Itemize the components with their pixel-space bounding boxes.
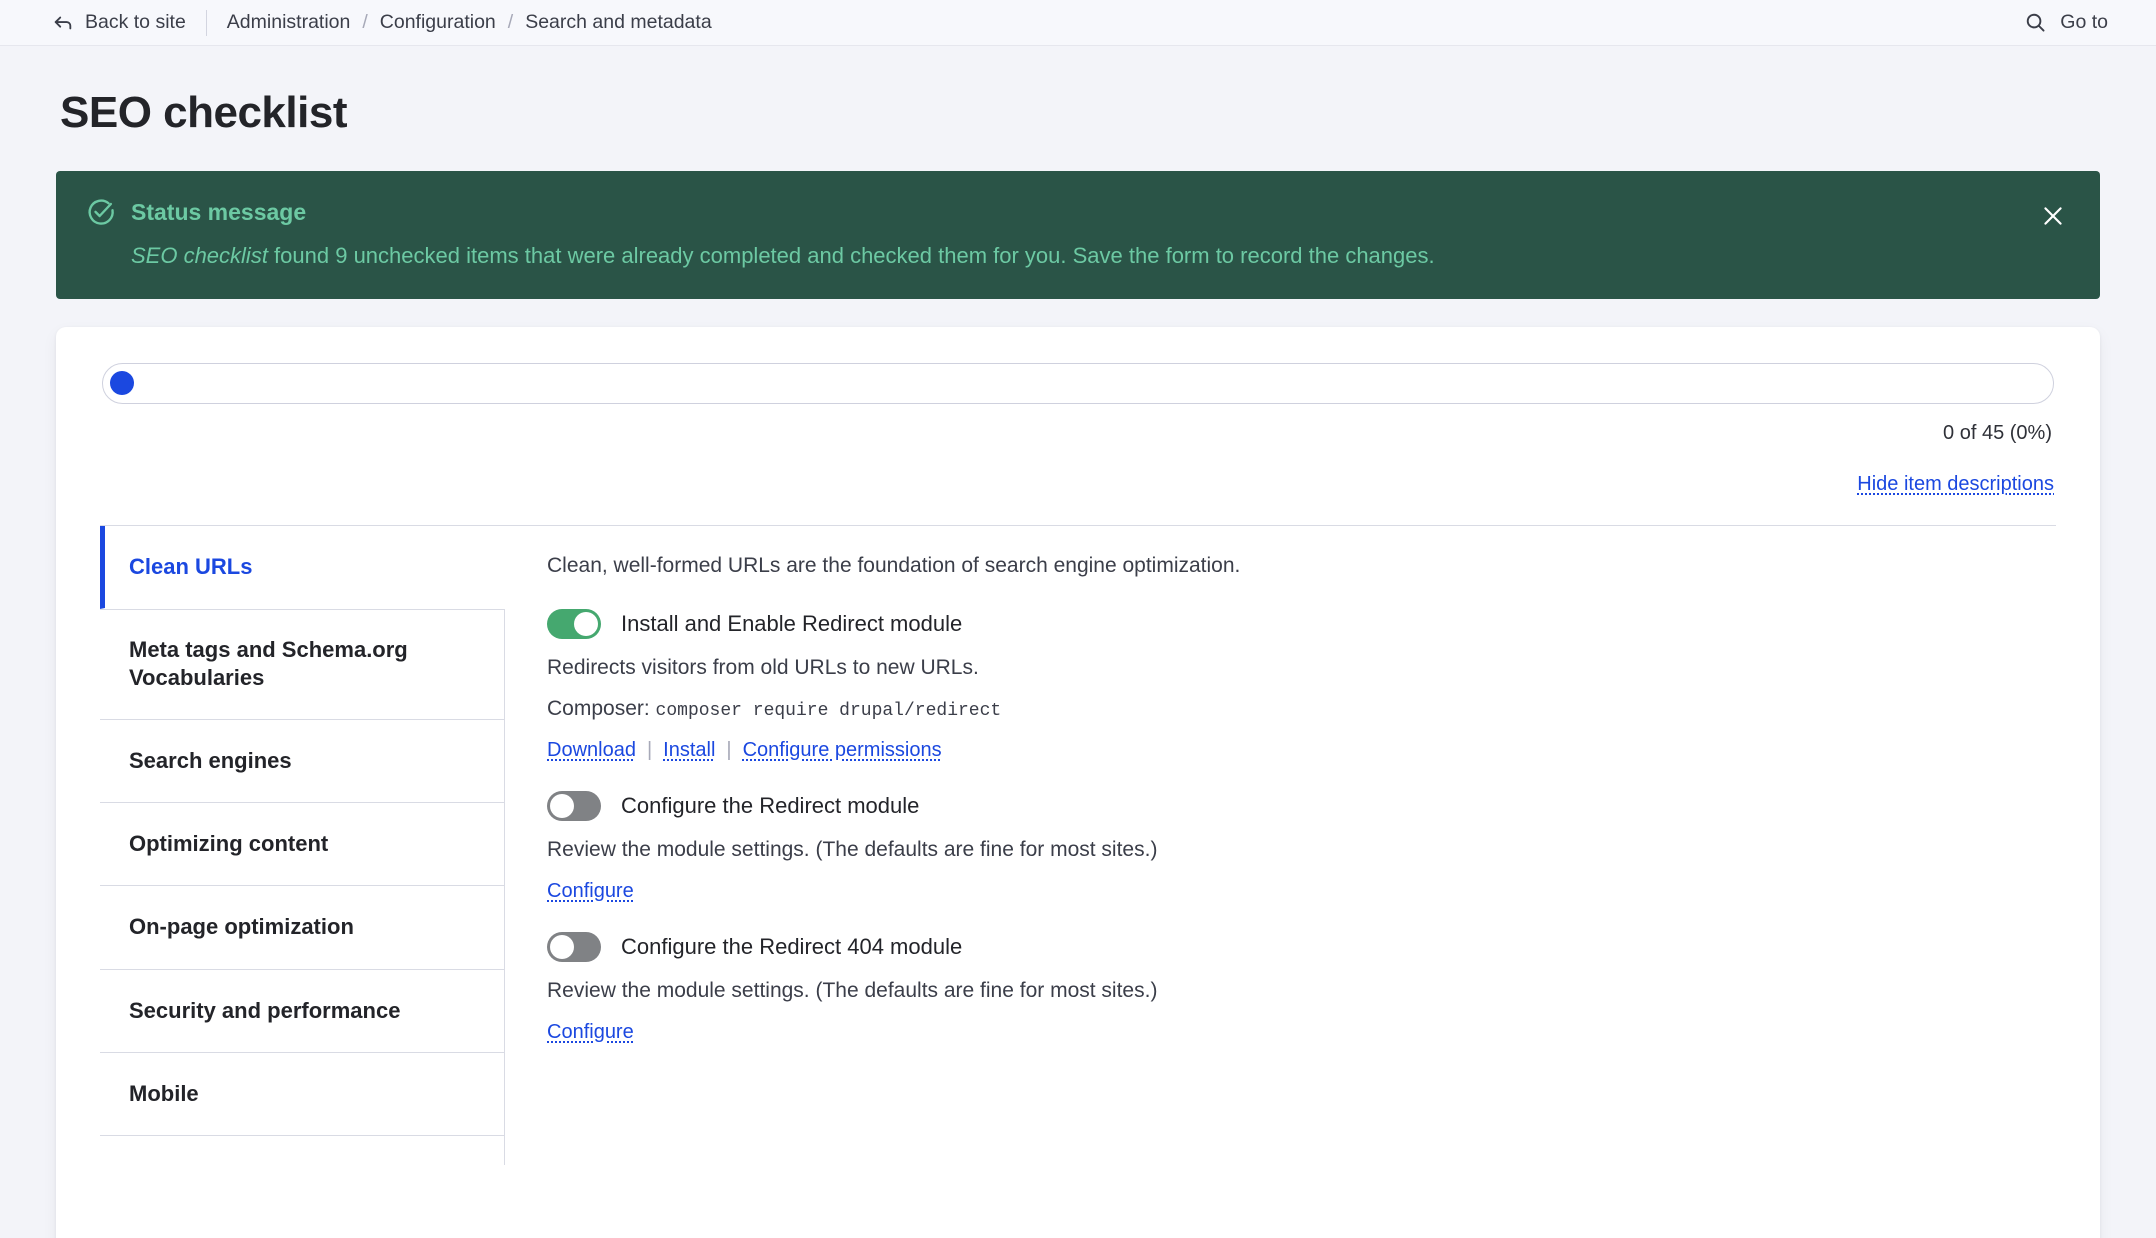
vertical-tab-label: On-page optimization xyxy=(129,914,354,939)
progress-indicator-dot xyxy=(110,371,134,395)
status-message-body: SEO checklist found 9 unchecked items th… xyxy=(131,241,2070,271)
vertical-tab-security-and-performance[interactable]: Security and performance xyxy=(100,970,504,1053)
vertical-tab-clean-urls[interactable]: Clean URLs xyxy=(100,526,505,609)
admin-toolbar: Back to site Administration / Configurat… xyxy=(0,0,2156,46)
checklist-item: Install and Enable Redirect module Redir… xyxy=(547,609,2016,762)
checklist-item-header: Configure the Redirect 404 module xyxy=(547,932,2016,962)
checklist-card: 0 of 45 (0%) Hide item descriptions Clea… xyxy=(56,327,2100,1238)
checklist-item-label: Install and Enable Redirect module xyxy=(621,611,962,637)
hide-item-descriptions-link[interactable]: Hide item descriptions xyxy=(1857,473,2054,495)
breadcrumb-separator: / xyxy=(362,11,367,34)
vertical-tab-label: Security and performance xyxy=(129,998,400,1023)
status-message: Status message SEO checklist found 9 unc… xyxy=(56,171,2100,299)
progress-label: 0 of 45 (0%) xyxy=(102,422,2054,445)
status-message-emphasis: SEO checklist xyxy=(131,243,268,268)
go-to-search-button[interactable]: Go to xyxy=(2024,11,2128,34)
breadcrumb-item-search-and-metadata[interactable]: Search and metadata xyxy=(525,11,711,34)
toggle-knob xyxy=(550,935,574,959)
configure-link[interactable]: Configure xyxy=(547,880,634,903)
configure-link[interactable]: Configure xyxy=(547,1021,634,1044)
vertical-tab-label: Mobile xyxy=(129,1081,199,1106)
checklist-item-label: Configure the Redirect module xyxy=(621,793,919,819)
checklist-item-composer: Composer: composer require drupal/redire… xyxy=(547,697,2016,721)
checklist-item-header: Install and Enable Redirect module xyxy=(547,609,2016,639)
checklist-item: Configure the Redirect 404 module Review… xyxy=(547,932,2016,1044)
composer-label: Composer: xyxy=(547,697,650,720)
search-icon xyxy=(2024,11,2047,34)
breadcrumb: Administration / Configuration / Search … xyxy=(227,11,712,34)
composer-command: composer require drupal/redirect xyxy=(656,701,1002,721)
checklist-item-links: Download | Install | Configure permissio… xyxy=(547,739,2016,762)
install-link[interactable]: Install xyxy=(663,739,715,762)
back-arrow-icon xyxy=(52,12,74,34)
toggle-configure-the-redirect-module[interactable] xyxy=(547,791,601,821)
breadcrumb-item-configuration[interactable]: Configuration xyxy=(380,11,496,34)
toolbar-divider xyxy=(206,10,207,36)
vertical-tab-optimizing-content[interactable]: Optimizing content xyxy=(100,803,504,886)
toolbar-left-group: Back to site Administration / Configurat… xyxy=(52,10,712,36)
progress-bar xyxy=(102,363,2054,404)
status-message-rest: found 9 unchecked items that were alread… xyxy=(268,243,1435,268)
vertical-tab-meta-tags-and-schema-org-vocabularies[interactable]: Meta tags and Schema.org Vocabularies xyxy=(100,609,504,720)
breadcrumb-separator: / xyxy=(508,11,513,34)
vertical-tab-label: Optimizing content xyxy=(129,831,328,856)
back-to-site-link[interactable]: Back to site xyxy=(52,11,206,34)
go-to-label: Go to xyxy=(2060,11,2108,34)
panel-intro-text: Clean, well-formed URLs are the foundati… xyxy=(547,554,2016,578)
checklist-item-label: Configure the Redirect 404 module xyxy=(621,934,962,960)
checklist-item-header: Configure the Redirect module xyxy=(547,791,2016,821)
status-message-content: Status message SEO checklist found 9 unc… xyxy=(86,197,2070,271)
link-separator: | xyxy=(647,739,652,762)
checklist-item-links: Configure xyxy=(547,1021,2016,1044)
check-circle-icon xyxy=(86,197,116,227)
download-link[interactable]: Download xyxy=(547,739,636,762)
checklist-item-description: Redirects visitors from old URLs to new … xyxy=(547,656,2016,680)
toggle-install-and-enable-redirect-module[interactable] xyxy=(547,609,601,639)
vertical-tab-search-engines[interactable]: Search engines xyxy=(100,720,504,803)
vertical-tabs-panel: Clean, well-formed URLs are the foundati… xyxy=(505,526,2056,1165)
checklist-item: Configure the Redirect module Review the… xyxy=(547,791,2016,903)
checklist-item-description: Review the module settings. (The default… xyxy=(547,838,2016,862)
vertical-tab-mobile[interactable]: Mobile xyxy=(100,1053,504,1136)
toggle-knob xyxy=(574,612,598,636)
vertical-tabs: Clean URLs Meta tags and Schema.org Voca… xyxy=(100,525,2056,1165)
status-message-header: Status message xyxy=(86,197,2070,227)
breadcrumb-item-administration[interactable]: Administration xyxy=(227,11,351,34)
vertical-tab-label: Meta tags and Schema.org Vocabularies xyxy=(129,637,408,690)
checklist-item-description: Review the module settings. (The default… xyxy=(547,979,2016,1003)
back-to-site-label: Back to site xyxy=(85,11,186,34)
vertical-tabs-menu: Clean URLs Meta tags and Schema.org Voca… xyxy=(100,526,505,1165)
checklist-item-links: Configure xyxy=(547,880,2016,903)
vertical-tab-label: Search engines xyxy=(129,748,292,773)
progress-section: 0 of 45 (0%) xyxy=(100,363,2056,445)
status-message-title: Status message xyxy=(131,199,306,226)
descriptions-toggle-row: Hide item descriptions xyxy=(100,473,2056,496)
close-icon xyxy=(2040,203,2066,229)
page-container: SEO checklist Status message SEO checkli… xyxy=(0,88,2156,1238)
toggle-configure-the-redirect-404-module[interactable] xyxy=(547,932,601,962)
close-status-message-button[interactable] xyxy=(2036,199,2070,233)
configure-permissions-link[interactable]: Configure permissions xyxy=(743,739,942,762)
page-title: SEO checklist xyxy=(60,88,2100,138)
toggle-knob xyxy=(550,794,574,818)
link-separator: | xyxy=(726,739,731,762)
vertical-tab-label: Clean URLs xyxy=(129,554,252,579)
vertical-tab-on-page-optimization[interactable]: On-page optimization xyxy=(100,886,504,969)
